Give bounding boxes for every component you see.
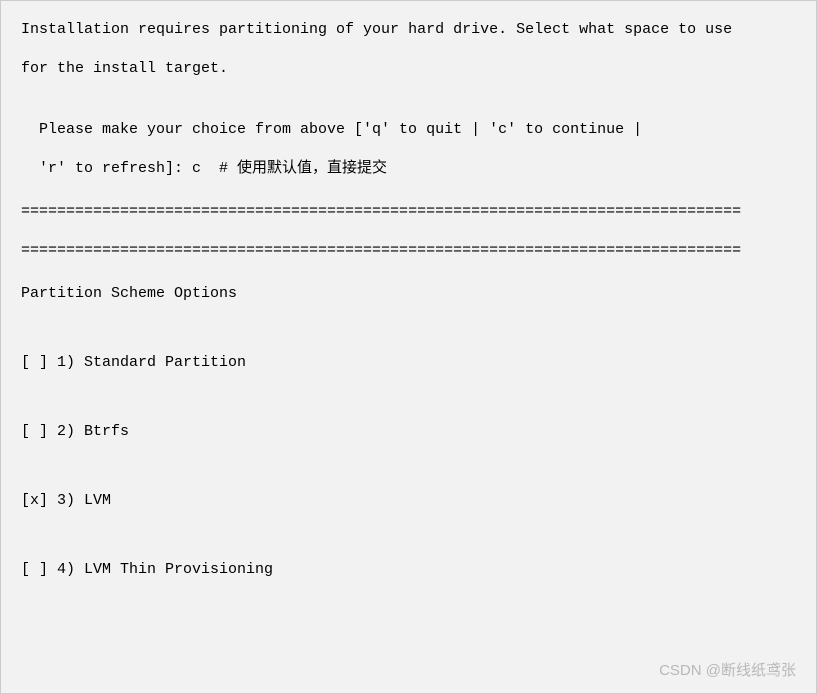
divider-line: ========================================… — [21, 240, 796, 261]
choice-prompt-line1: Please make your choice from above ['q' … — [21, 119, 796, 140]
intro-text-line1: Installation requires partitioning of yo… — [21, 19, 796, 40]
prompt-prefix: 'r' to refresh]: — [39, 160, 192, 177]
choice-prompt-line2[interactable]: 'r' to refresh]: c # 使用默认值，直接提交 — [21, 158, 796, 179]
section-heading: Partition Scheme Options — [21, 283, 796, 304]
partition-option-1[interactable]: [ ] 1) Standard Partition — [21, 352, 796, 373]
watermark-text: CSDN @断线纸鸢张 — [659, 660, 796, 681]
intro-text-line2: for the install target. — [21, 58, 796, 79]
partition-option-4[interactable]: [ ] 4) LVM Thin Provisioning — [21, 559, 796, 580]
partition-option-2[interactable]: [ ] 2) Btrfs — [21, 421, 796, 442]
user-input-value[interactable]: c — [192, 160, 201, 177]
divider-line: ========================================… — [21, 201, 796, 222]
input-comment: # 使用默认值，直接提交 — [201, 160, 387, 177]
partition-option-3[interactable]: [x] 3) LVM — [21, 490, 796, 511]
